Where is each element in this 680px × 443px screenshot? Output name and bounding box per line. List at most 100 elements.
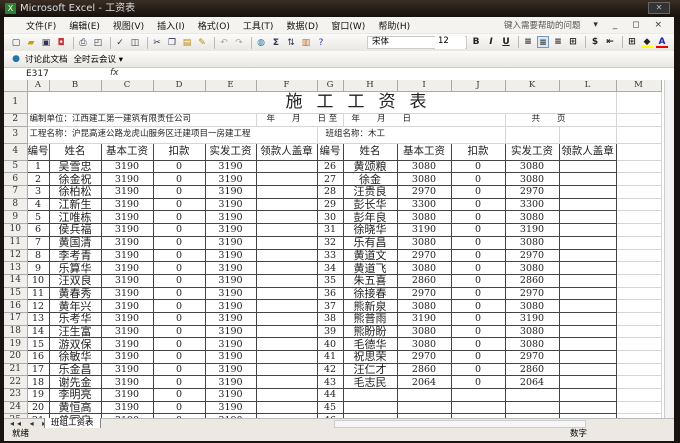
cell[interactable] [616,126,662,144]
menu-data[interactable]: 数据(D) [286,19,318,32]
data-cell[interactable]: 3080 [396,235,452,250]
data-cell[interactable]: 朱五喜 [342,273,398,288]
data-cell[interactable]: 16 [26,350,50,364]
data-cell[interactable]: 黄恒高 [48,400,102,415]
column-header-B[interactable]: B [49,80,102,92]
data-cell[interactable]: 2860 [396,362,452,377]
signature-cell[interactable] [255,261,318,275]
data-cell[interactable]: 3190 [100,324,154,339]
data-cell[interactable]: 9 [26,261,50,275]
data-cell[interactable]: 0 [152,185,206,199]
align-right-icon[interactable]: ≡ [552,36,564,48]
signature-cell[interactable] [558,362,617,377]
data-cell[interactable]: 27 [316,172,344,187]
signature-cell[interactable] [255,197,318,212]
data-cell[interactable]: 34 [316,261,344,275]
signature-cell[interactable] [255,400,318,415]
copy-icon[interactable]: ❐ [166,37,178,49]
data-cell[interactable]: 43 [316,375,344,390]
cell[interactable] [616,210,662,225]
data-cell[interactable]: 3190 [204,172,257,187]
data-cell[interactable]: 3190 [100,223,154,237]
data-cell[interactable]: 3190 [204,311,257,326]
spelling-icon[interactable]: ✓ [114,37,126,49]
data-cell[interactable]: 44 [316,388,344,402]
data-cell[interactable]: 0 [152,337,206,351]
signature-cell[interactable] [558,223,617,237]
menu-file[interactable]: 文件(F) [26,19,56,32]
paste-icon[interactable]: ▤ [181,37,193,49]
data-cell[interactable]: 谢先金 [48,375,102,390]
row-header[interactable]: 24 [4,401,28,415]
data-cell[interactable]: 3190 [100,197,154,212]
data-cell[interactable]: 2970 [396,185,452,199]
data-cell[interactable]: 3190 [100,350,154,364]
data-cell[interactable]: 3190 [100,375,154,390]
data-cell[interactable]: 0 [152,248,206,263]
data-cell[interactable]: 3190 [504,311,560,326]
data-cell[interactable]: 黄春秀 [48,286,102,301]
data-cell[interactable]: 0 [450,273,506,288]
data-cell[interactable]: 0 [152,172,206,187]
data-cell[interactable] [504,400,560,415]
data-cell[interactable]: 5 [26,210,50,225]
signature-cell[interactable] [255,172,318,187]
signature-cell[interactable] [255,337,318,351]
data-cell[interactable]: 20 [26,400,50,415]
cell[interactable] [616,350,662,364]
data-cell[interactable]: 3190 [100,159,154,174]
data-cell[interactable]: 3190 [204,337,257,351]
data-cell[interactable]: 乐考华 [48,311,102,326]
cell[interactable] [616,198,662,212]
signature-cell[interactable] [558,273,617,288]
column-header-H[interactable]: H [343,80,398,92]
column-header-A[interactable]: A [27,80,50,92]
column-header-L[interactable]: L [559,80,617,92]
data-cell[interactable] [342,388,398,402]
cell[interactable] [616,363,662,377]
data-cell[interactable]: 毛德华 [342,337,398,351]
cell[interactable] [616,143,662,161]
signature-cell[interactable] [255,223,318,237]
data-cell[interactable]: 3190 [396,311,452,326]
signature-cell[interactable] [558,261,617,275]
data-cell[interactable]: 乐算华 [48,261,102,275]
row-header[interactable]: 8 [4,198,28,212]
data-cell[interactable]: 2860 [504,273,560,288]
signature-cell[interactable] [255,299,318,313]
data-cell[interactable]: 0 [450,362,506,377]
data-cell[interactable]: 3080 [396,172,452,187]
data-cell[interactable]: 13 [26,311,50,326]
column-header-I[interactable]: I [397,80,452,92]
data-cell[interactable]: 黄年兴 [48,299,102,313]
data-cell[interactable]: 3190 [100,362,154,377]
currency-icon[interactable]: $ [589,36,601,48]
data-cell[interactable]: 45 [316,400,344,415]
data-cell[interactable]: 3080 [504,159,560,174]
data-cell[interactable]: 0 [152,210,206,225]
cell[interactable] [616,299,662,313]
menu-view[interactable]: 视图(V) [113,19,144,32]
row-header[interactable]: 22 [4,375,28,390]
data-cell[interactable]: 29 [316,197,344,212]
data-cell[interactable]: 0 [450,248,506,263]
fx-icon[interactable]: fx [110,68,119,78]
data-cell[interactable]: 3080 [396,299,452,313]
cell[interactable] [616,261,662,275]
data-cell[interactable] [396,400,452,415]
row-header[interactable]: 17 [4,312,28,326]
open-icon[interactable]: ▰ [25,37,37,49]
redo-icon[interactable]: ↷ [233,37,245,49]
signature-cell[interactable] [255,362,318,377]
signature-cell[interactable] [558,311,617,326]
discuss-document-button[interactable]: 讨论此文档 [25,53,68,65]
signature-cell[interactable] [558,299,617,313]
row-header[interactable]: 14 [4,274,28,288]
data-cell[interactable]: 3190 [396,223,452,237]
cell[interactable] [616,236,662,250]
row-header[interactable]: 11 [4,236,28,250]
fill-color-icon[interactable]: ◆ [641,36,653,48]
data-cell[interactable]: 3190 [504,223,560,237]
signature-cell[interactable] [255,324,318,339]
data-cell[interactable]: 2064 [396,375,452,390]
